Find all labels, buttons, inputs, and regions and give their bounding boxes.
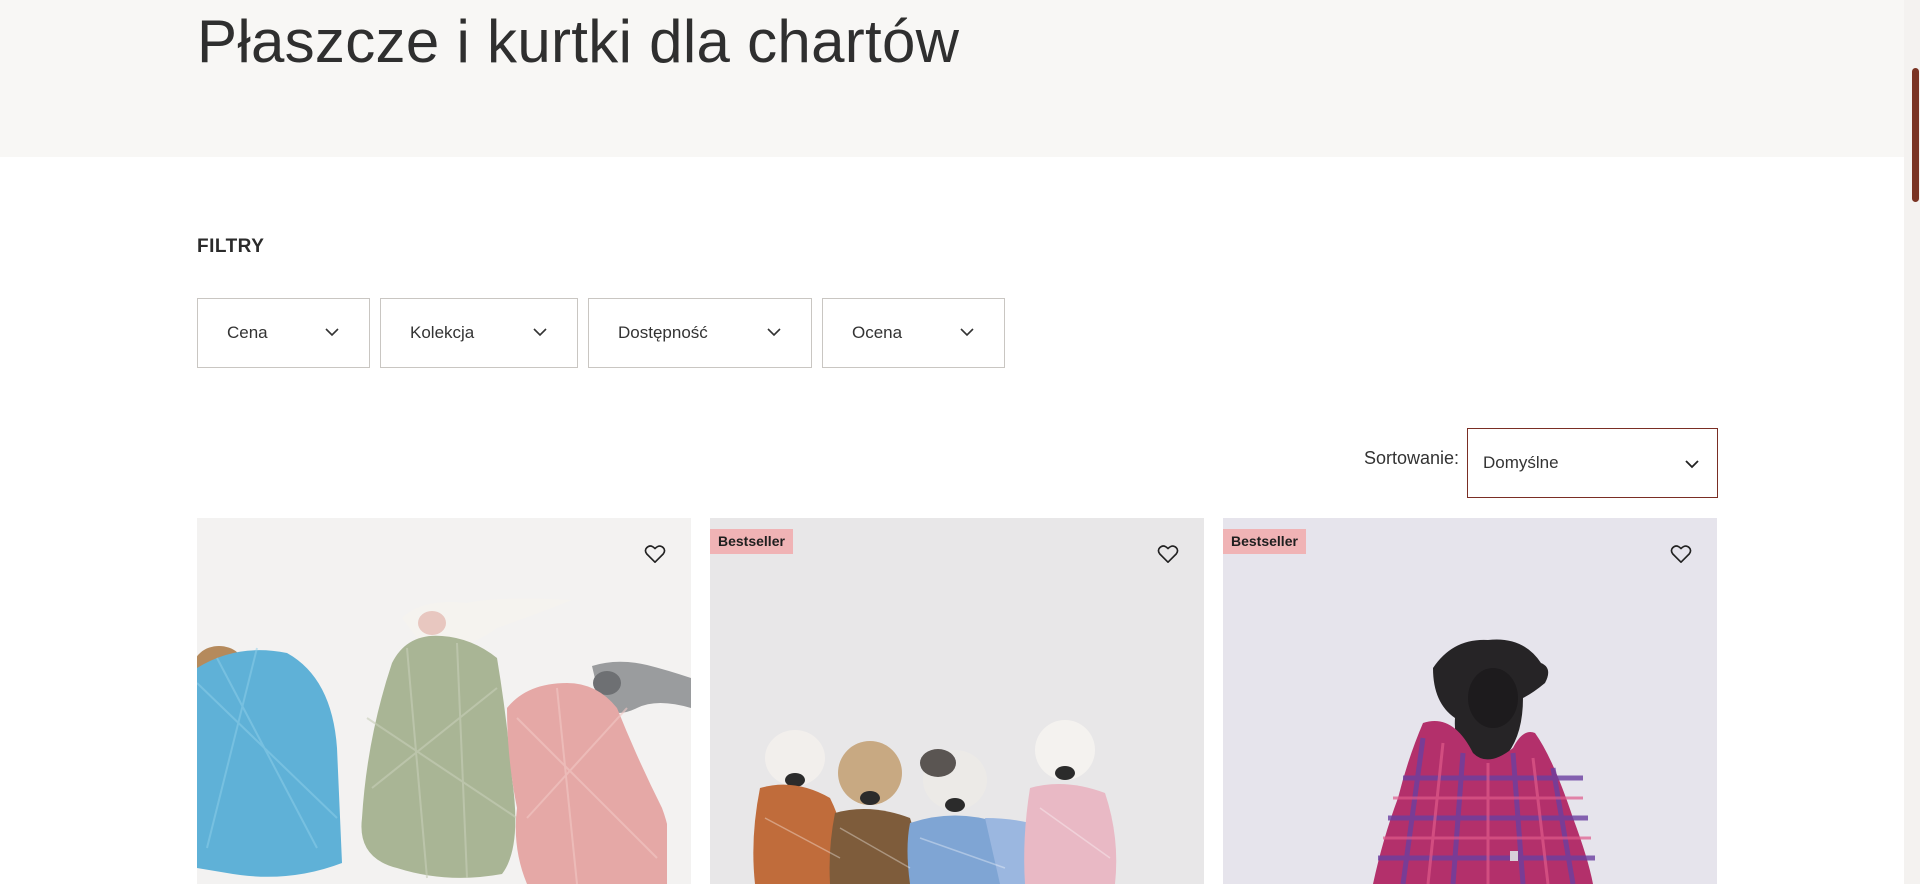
bestseller-badge: Bestseller	[1223, 529, 1306, 554]
product-image[interactable]	[710, 518, 1204, 884]
chevron-down-icon	[1685, 460, 1699, 469]
filter-availability[interactable]: Dostępność	[588, 298, 812, 368]
product-card[interactable]	[197, 518, 691, 884]
sort-label: Sortowanie:	[1364, 448, 1460, 468]
chevron-down-icon	[960, 328, 974, 337]
heart-icon[interactable]	[1670, 544, 1692, 564]
filter-rating[interactable]: Ocena	[822, 298, 1005, 368]
page-header: Płaszcze i kurtki dla chartów	[0, 0, 1904, 157]
product-image[interactable]	[1223, 518, 1717, 884]
product-card[interactable]: Bestseller	[710, 518, 1204, 884]
filter-label: Dostępność	[618, 323, 708, 342]
chevron-down-icon	[767, 328, 781, 337]
heart-icon[interactable]	[644, 544, 666, 564]
filter-collection[interactable]: Kolekcja	[380, 298, 578, 368]
product-image[interactable]	[197, 518, 691, 884]
filters-heading: FILTRY	[197, 236, 265, 257]
sort-select[interactable]: Domyślne	[1467, 428, 1718, 498]
filter-price[interactable]: Cena	[197, 298, 370, 368]
heart-icon[interactable]	[1157, 544, 1179, 564]
chevron-down-icon	[325, 328, 339, 337]
product-card[interactable]: Bestseller	[1223, 518, 1717, 884]
filter-label: Ocena	[852, 323, 903, 342]
scrollbar-thumb[interactable]	[1912, 68, 1919, 202]
chevron-down-icon	[533, 328, 547, 337]
filter-label: Kolekcja	[410, 323, 475, 342]
bestseller-badge: Bestseller	[710, 529, 793, 554]
page-title: Płaszcze i kurtki dla chartów	[197, 8, 960, 75]
sort-selected-value: Domyślne	[1483, 453, 1559, 472]
page-scrollbar[interactable]	[1904, 0, 1920, 884]
filter-label: Cena	[227, 323, 268, 342]
